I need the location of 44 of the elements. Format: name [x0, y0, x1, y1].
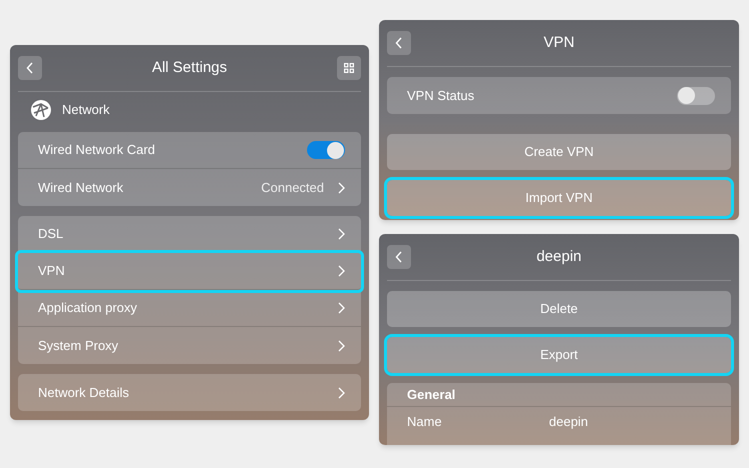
action-button[interactable]: Export	[387, 337, 731, 373]
back-icon	[395, 251, 403, 263]
chevron-icon	[338, 302, 345, 314]
back-button[interactable]	[387, 31, 411, 55]
grid-icon	[344, 63, 354, 73]
back-button[interactable]	[387, 245, 411, 269]
row-label: DSL	[38, 225, 64, 244]
row-label: System Proxy	[38, 336, 118, 355]
action-button[interactable]: Delete	[387, 291, 731, 327]
panel-title: All Settings	[152, 58, 228, 78]
action-button[interactable]: Import VPN	[387, 180, 731, 216]
row-value: Connected	[261, 178, 324, 197]
toggle-switch[interactable]	[677, 86, 715, 104]
chevron-icon	[338, 340, 345, 352]
row-label: VPN	[38, 262, 65, 280]
panel-title: deepin	[536, 246, 582, 267]
settings-row[interactable]: VPN	[18, 253, 361, 290]
panel-title: VPN	[544, 32, 574, 53]
settings-row[interactable]: VPN Status	[387, 77, 731, 114]
row-label: Wired Network	[38, 178, 124, 197]
settings-row[interactable]: Network Details	[18, 374, 361, 411]
toggle-switch[interactable]	[307, 141, 345, 159]
field-value: deepin	[549, 413, 588, 432]
settings-row[interactable]: DSL	[18, 216, 361, 253]
chevron-icon	[338, 182, 345, 194]
section-heading: General	[387, 383, 731, 407]
row-label: Wired Network Card	[38, 141, 156, 160]
back-icon	[395, 37, 403, 49]
chevron-icon	[338, 386, 345, 398]
settings-row[interactable]: System Proxy	[18, 327, 361, 364]
row-label: Network Details	[38, 384, 130, 402]
field-label: Name	[407, 413, 443, 432]
row-label: Application proxy	[38, 299, 137, 318]
chevron-icon	[338, 265, 345, 277]
back-button[interactable]	[18, 56, 42, 80]
action-button[interactable]: Create VPN	[387, 134, 731, 170]
chevron-icon	[338, 228, 345, 240]
settings-row[interactable]: Wired Network Connected	[18, 169, 361, 206]
row-label: VPN Status	[407, 86, 474, 105]
back-icon	[26, 62, 34, 74]
section-label: Network	[62, 101, 110, 120]
settings-row[interactable]: Wired Network Card	[18, 132, 361, 169]
grid-button[interactable]	[336, 56, 361, 80]
settings-row[interactable]: Application proxy	[18, 290, 361, 327]
